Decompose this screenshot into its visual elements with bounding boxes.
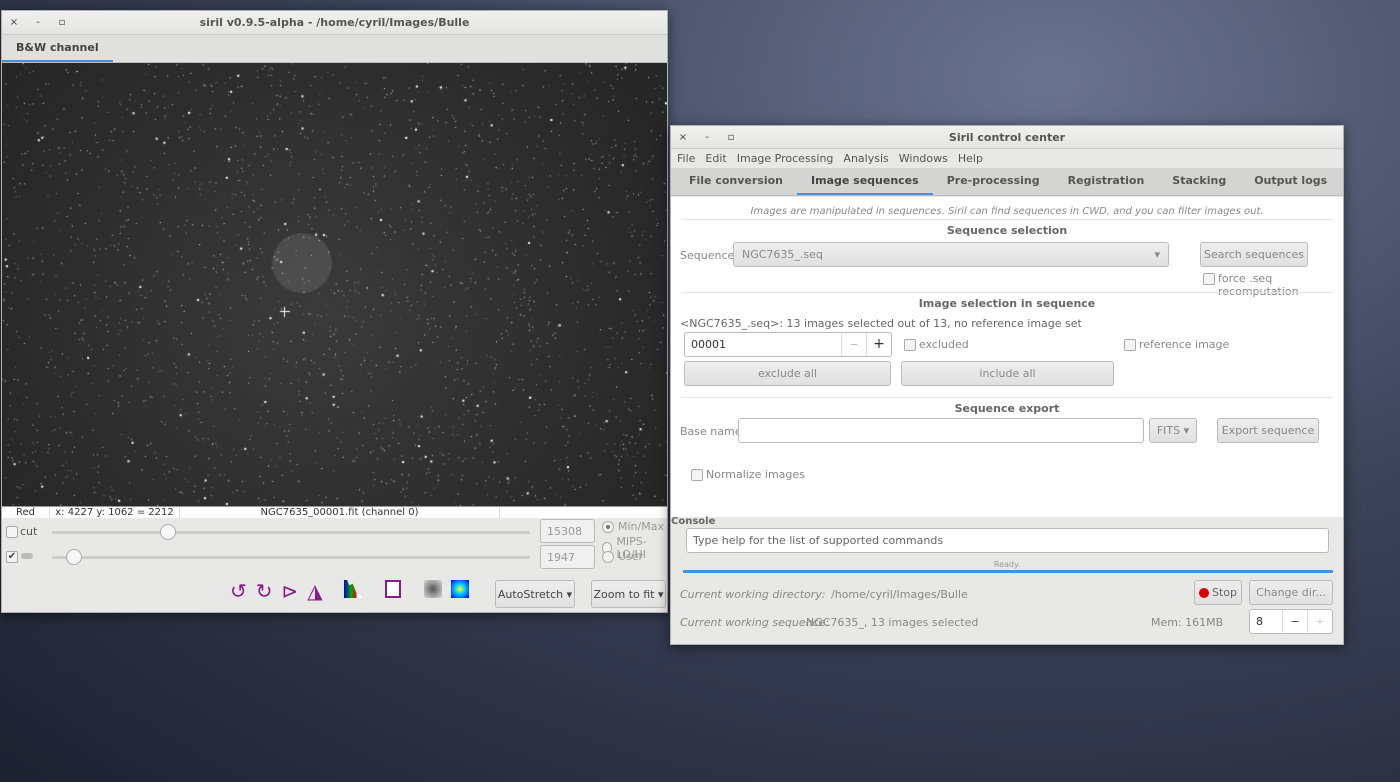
- low-slider[interactable]: [52, 549, 530, 565]
- normalize-label: Normalize images: [706, 468, 805, 481]
- cut-label: cut: [20, 525, 38, 538]
- console-label: Console: [671, 516, 716, 527]
- maximize-button[interactable]: ▫: [719, 132, 743, 143]
- status-channel: Red: [2, 507, 50, 518]
- force-recompute-checkbox[interactable]: [1203, 273, 1215, 285]
- menu-image-processing[interactable]: Image Processing: [737, 152, 834, 165]
- image-number-field[interactable]: 00001 − +: [684, 332, 892, 357]
- decrement-button[interactable]: −: [841, 333, 866, 356]
- export-sequence-button[interactable]: Export sequence: [1217, 418, 1319, 443]
- link-checkbox[interactable]: ✔: [6, 551, 18, 563]
- close-button[interactable]: ×: [671, 132, 695, 143]
- tab-pre-processing[interactable]: Pre-processing: [933, 168, 1054, 195]
- stop-button[interactable]: Stop: [1194, 580, 1242, 605]
- rotate-left-icon[interactable]: ↺: [230, 580, 247, 602]
- stop-icon: [1198, 587, 1209, 598]
- low-value-field[interactable]: 1947: [540, 545, 595, 569]
- include-all-button[interactable]: include all: [901, 361, 1114, 386]
- sequence-dropdown[interactable]: NGC7635_.seq ▾: [733, 242, 1169, 267]
- sequence-selection-heading: Sequence selection: [681, 219, 1333, 237]
- tab-registration[interactable]: Registration: [1054, 168, 1159, 195]
- sequence-value: NGC7635_, 13 images selected: [806, 616, 979, 629]
- sequences-panel: Images are manipulated in sequences. Sir…: [671, 197, 1343, 517]
- image-selection-heading: Image selection in sequence: [681, 292, 1333, 310]
- image-view[interactable]: [2, 63, 667, 506]
- status-filename: NGC7635_00001.fit (channel 0): [180, 507, 500, 518]
- tab-image-sequences[interactable]: Image sequences: [797, 168, 933, 195]
- threads-increment[interactable]: +: [1307, 610, 1332, 633]
- cwd-label: Current working directory:: [680, 588, 826, 601]
- threads-decrement[interactable]: −: [1282, 610, 1307, 633]
- close-button[interactable]: ×: [2, 17, 26, 28]
- status-coords: x: 4227 y: 1062 = 2212: [50, 507, 180, 518]
- selection-info: <NGC7635_.seq>: 13 images selected out o…: [680, 317, 1082, 330]
- high-slider-handle[interactable]: [160, 524, 177, 540]
- reference-image-label: reference image: [1139, 338, 1230, 351]
- radio-user[interactable]: User: [602, 550, 643, 563]
- tab-output-logs[interactable]: Output logs: [1240, 168, 1341, 195]
- memory-usage: Mem: 161MB: [1151, 616, 1224, 629]
- threads-spinner[interactable]: 8 − +: [1249, 609, 1333, 634]
- excluded-label: excluded: [919, 338, 969, 351]
- low-slider-handle[interactable]: [66, 549, 83, 565]
- tab-bw-channel[interactable]: B&W channel: [2, 35, 113, 62]
- exclude-all-button[interactable]: exclude all: [684, 361, 891, 386]
- radio-minmax[interactable]: Min/Max: [602, 520, 664, 533]
- rotate-right-icon[interactable]: ↻: [256, 580, 273, 602]
- window-title: siril v0.9.5-alpha - /home/cyril/Images/…: [199, 16, 470, 29]
- image-info-icon[interactable]: [384, 580, 401, 598]
- base-name-input[interactable]: [738, 418, 1144, 443]
- change-dir-button[interactable]: Change dir...: [1249, 580, 1333, 605]
- minimize-button[interactable]: -: [26, 17, 50, 28]
- histogram-icon[interactable]: [343, 580, 362, 598]
- status-text: Ready.: [993, 560, 1021, 569]
- control-center-titlebar[interactable]: × - ▫ Siril control center: [671, 126, 1343, 149]
- link-icon: [21, 553, 33, 559]
- menu-edit[interactable]: Edit: [705, 152, 726, 165]
- progress-bar: [683, 570, 1333, 573]
- minimize-button[interactable]: -: [695, 132, 719, 143]
- menu-analysis[interactable]: Analysis: [843, 152, 888, 165]
- tab-stacking[interactable]: Stacking: [1158, 168, 1240, 195]
- normalize-checkbox[interactable]: [691, 469, 703, 481]
- search-sequences-button[interactable]: Search sequences: [1200, 242, 1308, 267]
- menu-windows[interactable]: Windows: [899, 152, 948, 165]
- mirror-y-icon[interactable]: ◮: [307, 580, 322, 602]
- image-window: × - ▫ siril v0.9.5-alpha - /home/cyril/I…: [1, 10, 668, 613]
- mirror-x-icon[interactable]: ⊳: [282, 580, 299, 602]
- reference-image-checkbox[interactable]: [1124, 339, 1136, 351]
- excluded-checkbox[interactable]: [904, 339, 916, 351]
- false-color-icon[interactable]: [450, 580, 469, 598]
- menubar: File Edit Image Processing Analysis Wind…: [671, 149, 1343, 168]
- tab-file-conversion[interactable]: File conversion: [675, 168, 797, 195]
- hint-text: Images are manipulated in sequences. Sir…: [750, 206, 1264, 217]
- base-name-label: Base name:: [680, 425, 746, 438]
- cwd-value: /home/cyril/Images/Bulle: [831, 588, 968, 601]
- autostretch-dropdown[interactable]: AutoStretch ▾: [495, 580, 575, 608]
- menu-file[interactable]: File: [677, 152, 695, 165]
- increment-button[interactable]: +: [866, 333, 891, 356]
- control-center-window: × - ▫ Siril control center File Edit Ima…: [670, 125, 1344, 645]
- maximize-button[interactable]: ▫: [50, 17, 74, 28]
- window-title: Siril control center: [948, 130, 1066, 144]
- cut-checkbox[interactable]: [6, 526, 18, 538]
- console-panel: Console Type help for the list of suppor…: [671, 516, 1343, 644]
- command-input[interactable]: Type help for the list of supported comm…: [686, 528, 1329, 553]
- format-dropdown[interactable]: FITS ▾: [1149, 418, 1197, 443]
- high-slider[interactable]: [52, 524, 530, 540]
- high-value-field[interactable]: 15308: [540, 519, 595, 543]
- negative-view-icon[interactable]: [423, 580, 442, 598]
- zoom-dropdown[interactable]: Zoom to fit ▾: [591, 580, 666, 608]
- status-bar: Red x: 4227 y: 1062 = 2212 NGC7635_00001…: [2, 506, 667, 518]
- image-window-titlebar[interactable]: × - ▫ siril v0.9.5-alpha - /home/cyril/I…: [2, 11, 667, 35]
- sequence-label: Sequence:: [680, 249, 738, 262]
- sequence-export-heading: Sequence export: [681, 397, 1333, 415]
- menu-help[interactable]: Help: [958, 152, 983, 165]
